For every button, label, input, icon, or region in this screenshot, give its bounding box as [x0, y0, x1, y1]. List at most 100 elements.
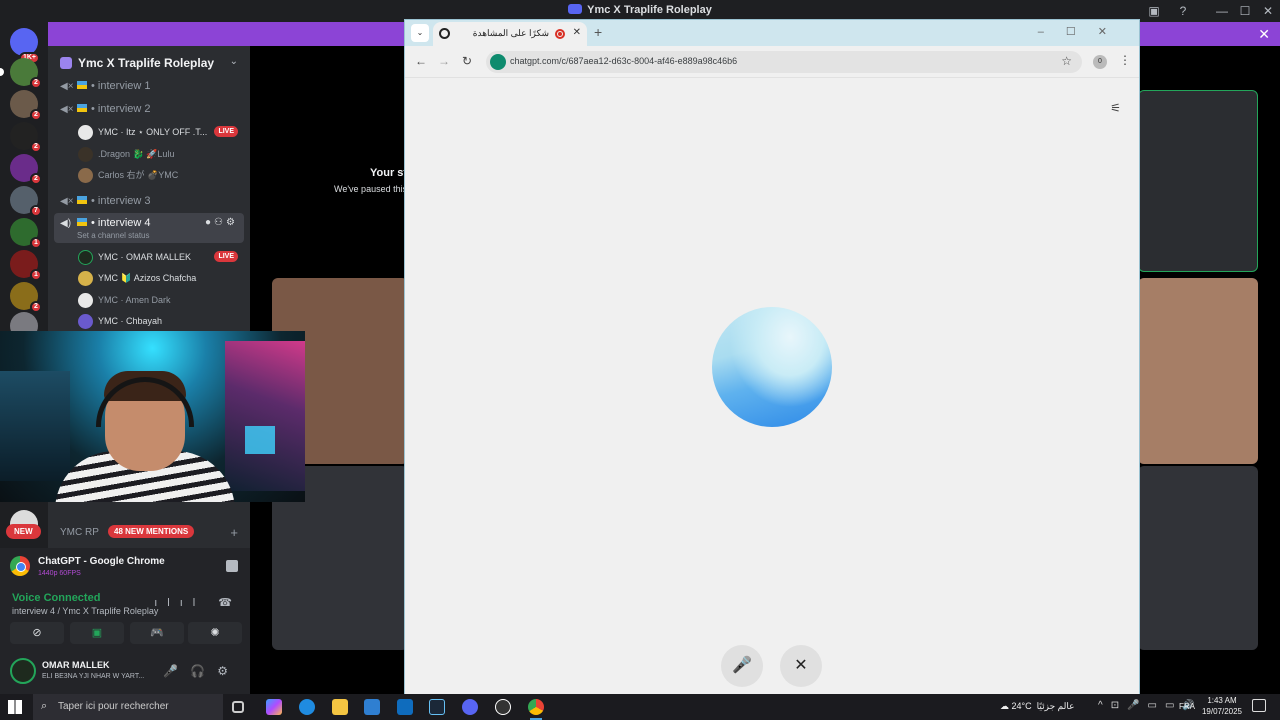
channel-hint[interactable]: YMC RP [60, 527, 99, 538]
menu-kebab-icon[interactable]: ⋮ [1119, 53, 1131, 67]
taskbar-search[interactable]: ⌕ Taper ici pour rechercher [33, 694, 223, 720]
reload-icon[interactable]: ↻ [462, 54, 472, 68]
stop-stream-icon[interactable] [226, 560, 238, 572]
stream-title: ChatGPT - Google Chrome [38, 556, 165, 567]
chevron-down-icon[interactable]: ⌄ [230, 56, 238, 67]
discord-icon[interactable] [462, 699, 478, 715]
help-icon[interactable]: ? [1175, 3, 1191, 19]
voice-member[interactable]: YMC 🔰 Azizos Chafcha [76, 268, 244, 288]
share-screen-button[interactable]: ▣ [70, 622, 124, 644]
activity-button[interactable]: 🎮 [130, 622, 184, 644]
file-explorer-icon[interactable] [332, 699, 348, 715]
windows-start-icon[interactable] [8, 700, 22, 714]
member-name: YMC · Itz ⋆ ONLY OFF .T... [98, 127, 208, 137]
speaker-icon: ◀) [60, 218, 72, 229]
server-icon[interactable]: 2 [10, 122, 42, 153]
server-icon[interactable]: 2 [0, 58, 42, 89]
close-tab-icon[interactable]: ✕ [573, 27, 581, 38]
voice-member[interactable]: YMC · Chbayah [76, 311, 244, 331]
close-icon[interactable]: ✕ [1260, 3, 1276, 19]
obs-icon[interactable] [495, 699, 511, 715]
plus-icon[interactable]: + [230, 525, 238, 540]
soundboard-button[interactable]: ✺ [188, 622, 242, 644]
voice-controls[interactable]: ılıl ☎ [154, 596, 242, 609]
server-icon[interactable]: 1 [10, 218, 42, 249]
server-icon[interactable]: 7 [10, 186, 42, 217]
channel-status[interactable]: Set a channel status [77, 226, 150, 246]
browser-tab[interactable]: شكرًا على المشاهدة ✕ [433, 22, 587, 46]
channel-tools[interactable]: ●⚇⚙ [205, 213, 238, 233]
channel-interview-4[interactable]: ◀) • interview 4 Set a channel status ●⚇⚙ [54, 213, 244, 243]
user-controls[interactable]: 🎤🎧⚙ [163, 664, 240, 678]
screen-share-icon[interactable]: ▣ [1146, 3, 1162, 19]
server-boost-icon [60, 57, 72, 69]
discord-titlebar: Ymc X Traplife Roleplay ▣ ? — ☐ ✕ [0, 0, 1280, 22]
forward-icon[interactable]: → [438, 54, 450, 68]
server-icon[interactable]: 2 [10, 282, 42, 313]
server-icon[interactable]: 1 [10, 250, 42, 281]
new-badge[interactable]: NEW [6, 524, 41, 539]
store-icon[interactable] [364, 699, 380, 715]
stream-preview[interactable]: ChatGPT - Google Chrome 1440p 60FPS [8, 552, 242, 580]
server-badge: 1 [30, 237, 42, 249]
language-indicator[interactable]: FRA [1179, 702, 1195, 711]
server-icon[interactable]: 2 [10, 90, 42, 121]
clock-time[interactable]: 1:43 AM [1202, 696, 1242, 705]
server-name-text: Ymc X Traplife Roleplay [78, 56, 215, 70]
channel-interview-2[interactable]: ◀× • interview 2 [54, 99, 244, 119]
bookmark-star-icon[interactable]: ☆ [1061, 54, 1072, 68]
steam-icon[interactable] [429, 699, 445, 715]
video-tile[interactable] [1138, 90, 1258, 272]
maximize-icon[interactable]: ☐ [1237, 3, 1253, 19]
voice-member[interactable]: .Dragon 🐉 🚀Lulu [76, 144, 244, 164]
server-icon[interactable]: 2 [10, 154, 42, 185]
home-button[interactable]: 1K+ [10, 28, 40, 64]
profile-avatar[interactable]: 0 [1093, 55, 1107, 69]
server-badge: 2 [30, 109, 42, 121]
voice-channel-link[interactable]: interview 4 / Ymc X Traplife Roleplay [12, 606, 158, 616]
weather-widget[interactable]: ☁ 24°C عالم جزئيًا [1000, 701, 1074, 712]
minimize-icon[interactable]: — [1214, 3, 1230, 19]
channel-label: interview 1 [97, 80, 151, 92]
voice-connected-label[interactable]: Voice Connected [12, 592, 100, 604]
webcam-overlay[interactable] [0, 331, 305, 502]
flag-icon [77, 81, 87, 89]
clock-date[interactable]: 19/07/2025 [1198, 707, 1246, 716]
recording-icon [555, 29, 565, 39]
server-badge: 1 [30, 269, 42, 281]
server-header[interactable]: Ymc X Traplife Roleplay [60, 56, 214, 70]
banner-close-icon[interactable]: ✕ [1258, 26, 1270, 43]
channel-label: interview 3 [97, 195, 151, 207]
camera-off-button[interactable]: ⊘ [10, 622, 64, 644]
voice-member[interactable]: YMC · Amen Dark [76, 290, 244, 310]
channel-interview-1[interactable]: ◀× • interview 1 [54, 76, 244, 96]
voice-member[interactable]: YMC · OMAR MALLEK LIVE [76, 247, 244, 267]
chrome-icon [10, 556, 30, 576]
microphone-button[interactable]: 🎤 [721, 645, 763, 687]
edge-icon[interactable] [299, 699, 315, 715]
voice-member[interactable]: Carlos 右が 💣YMC [76, 165, 244, 185]
live-badge: LIVE [214, 126, 238, 137]
video-tile[interactable] [1138, 466, 1258, 650]
notifications-icon[interactable] [1252, 699, 1266, 712]
member-name: YMC · OMAR MALLEK [98, 252, 192, 262]
site-info-icon[interactable] [490, 54, 506, 70]
voice-member[interactable]: YMC · Itz ⋆ ONLY OFF .T... LIVE [76, 122, 244, 142]
chrome-taskbar-icon[interactable] [528, 699, 544, 720]
avatar[interactable] [10, 658, 36, 684]
url-text[interactable]: chatgpt.com/c/687aea12-d63c-8004-af46-e8… [510, 56, 737, 66]
window-controls[interactable]: –☐✕ [1038, 25, 1129, 38]
end-voice-button[interactable]: ✕ [780, 645, 822, 687]
outlook-icon[interactable] [397, 699, 413, 715]
copilot-icon[interactable] [266, 699, 282, 715]
user-name[interactable]: OMAR MALLEK [42, 660, 110, 670]
video-tile[interactable] [1138, 278, 1258, 464]
new-tab-icon[interactable]: + [594, 24, 602, 40]
settings-sliders-icon[interactable]: ⚟ [1110, 101, 1121, 115]
new-mentions-button[interactable]: 48 NEW MENTIONS [108, 525, 195, 538]
back-icon[interactable]: ← [415, 54, 427, 68]
channel-interview-3[interactable]: ◀× • interview 3 [54, 191, 244, 211]
task-view-icon[interactable] [232, 701, 244, 713]
address-bar[interactable]: chatgpt.com/c/687aea12-d63c-8004-af46-e8… [486, 51, 1082, 73]
tab-search-icon[interactable]: ⌄ [411, 24, 429, 42]
